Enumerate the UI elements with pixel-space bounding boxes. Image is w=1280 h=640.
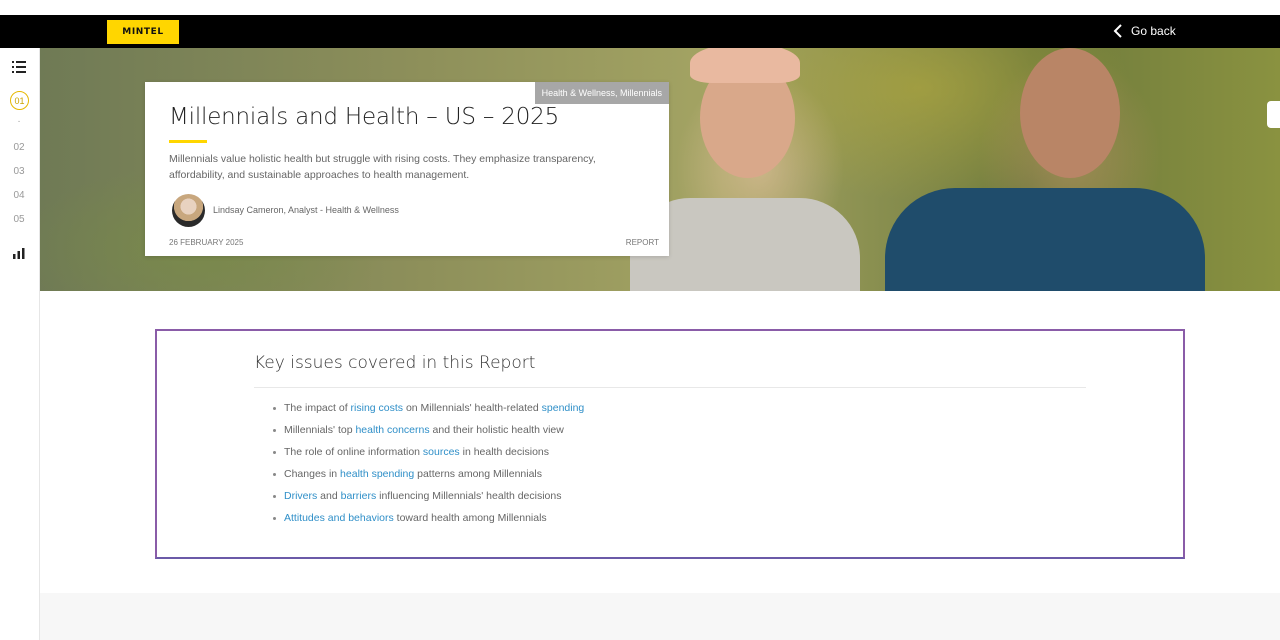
divider bbox=[254, 387, 1086, 388]
list-item: Attitudes and behaviors toward health am… bbox=[271, 510, 584, 532]
report-card: Health & Wellness, Millennials Millennia… bbox=[145, 82, 669, 256]
list-item: Drivers and barriers influencing Millenn… bbox=[271, 488, 584, 510]
author-avatar bbox=[172, 194, 205, 227]
side-panel-tab[interactable] bbox=[1267, 101, 1280, 128]
page-title: Millennials and Health – US – 2025 bbox=[169, 104, 560, 130]
sidebar-item-01[interactable]: 01 bbox=[10, 91, 29, 110]
footer-band bbox=[40, 593, 1280, 640]
publish-date: 26 FEBRUARY 2025 bbox=[169, 238, 244, 247]
key-issues-list: The impact of rising costs on Millennial… bbox=[271, 400, 584, 532]
sidebar-item-05[interactable]: 05 bbox=[0, 214, 38, 225]
chevron-left-icon bbox=[1113, 24, 1122, 38]
go-back-label: Go back bbox=[1131, 24, 1176, 38]
key-issues-heading: Key issues covered in this Report bbox=[254, 353, 536, 373]
key-issues-panel: Key issues covered in this Report The im… bbox=[155, 329, 1185, 559]
sidebar-item-03[interactable]: 03 bbox=[0, 166, 38, 177]
sidebar-item-04[interactable]: 04 bbox=[0, 190, 38, 201]
sidebar-separator: · bbox=[17, 116, 21, 127]
link-barriers[interactable]: barriers bbox=[341, 490, 377, 502]
list-icon[interactable] bbox=[12, 60, 26, 74]
bar-chart-icon[interactable] bbox=[13, 247, 25, 259]
category-tag[interactable]: Health & Wellness, Millennials bbox=[534, 82, 669, 104]
report-type: REPORT bbox=[625, 238, 659, 247]
author-name[interactable]: Lindsay Cameron, Analyst - Health & Well… bbox=[213, 205, 399, 215]
link-attitudes-behaviors[interactable]: Attitudes and behaviors bbox=[284, 512, 394, 524]
link-health-concerns[interactable]: health concerns bbox=[355, 424, 429, 436]
link-sources[interactable]: sources bbox=[423, 446, 460, 458]
link-health-spending[interactable]: health spending bbox=[340, 468, 414, 480]
top-bar: MINTEL Go back bbox=[0, 15, 1280, 48]
list-item: Changes in health spending patterns amon… bbox=[271, 466, 584, 488]
link-drivers[interactable]: Drivers bbox=[284, 490, 317, 502]
mintel-logo[interactable]: MINTEL bbox=[107, 20, 179, 44]
list-item: The impact of rising costs on Millennial… bbox=[271, 400, 584, 422]
link-rising-costs[interactable]: rising costs bbox=[351, 402, 404, 414]
list-item: The role of online information sources i… bbox=[271, 444, 584, 466]
report-description: Millennials value holistic health but st… bbox=[169, 153, 596, 181]
title-underline bbox=[169, 140, 207, 143]
sidebar-item-02[interactable]: 02 bbox=[0, 142, 38, 153]
list-item: Millennials' top health concerns and the… bbox=[271, 422, 584, 444]
link-spending[interactable]: spending bbox=[542, 402, 585, 414]
sidebar: 01 · 02 03 04 05 bbox=[0, 48, 40, 640]
go-back-button[interactable]: Go back bbox=[1110, 21, 1176, 41]
